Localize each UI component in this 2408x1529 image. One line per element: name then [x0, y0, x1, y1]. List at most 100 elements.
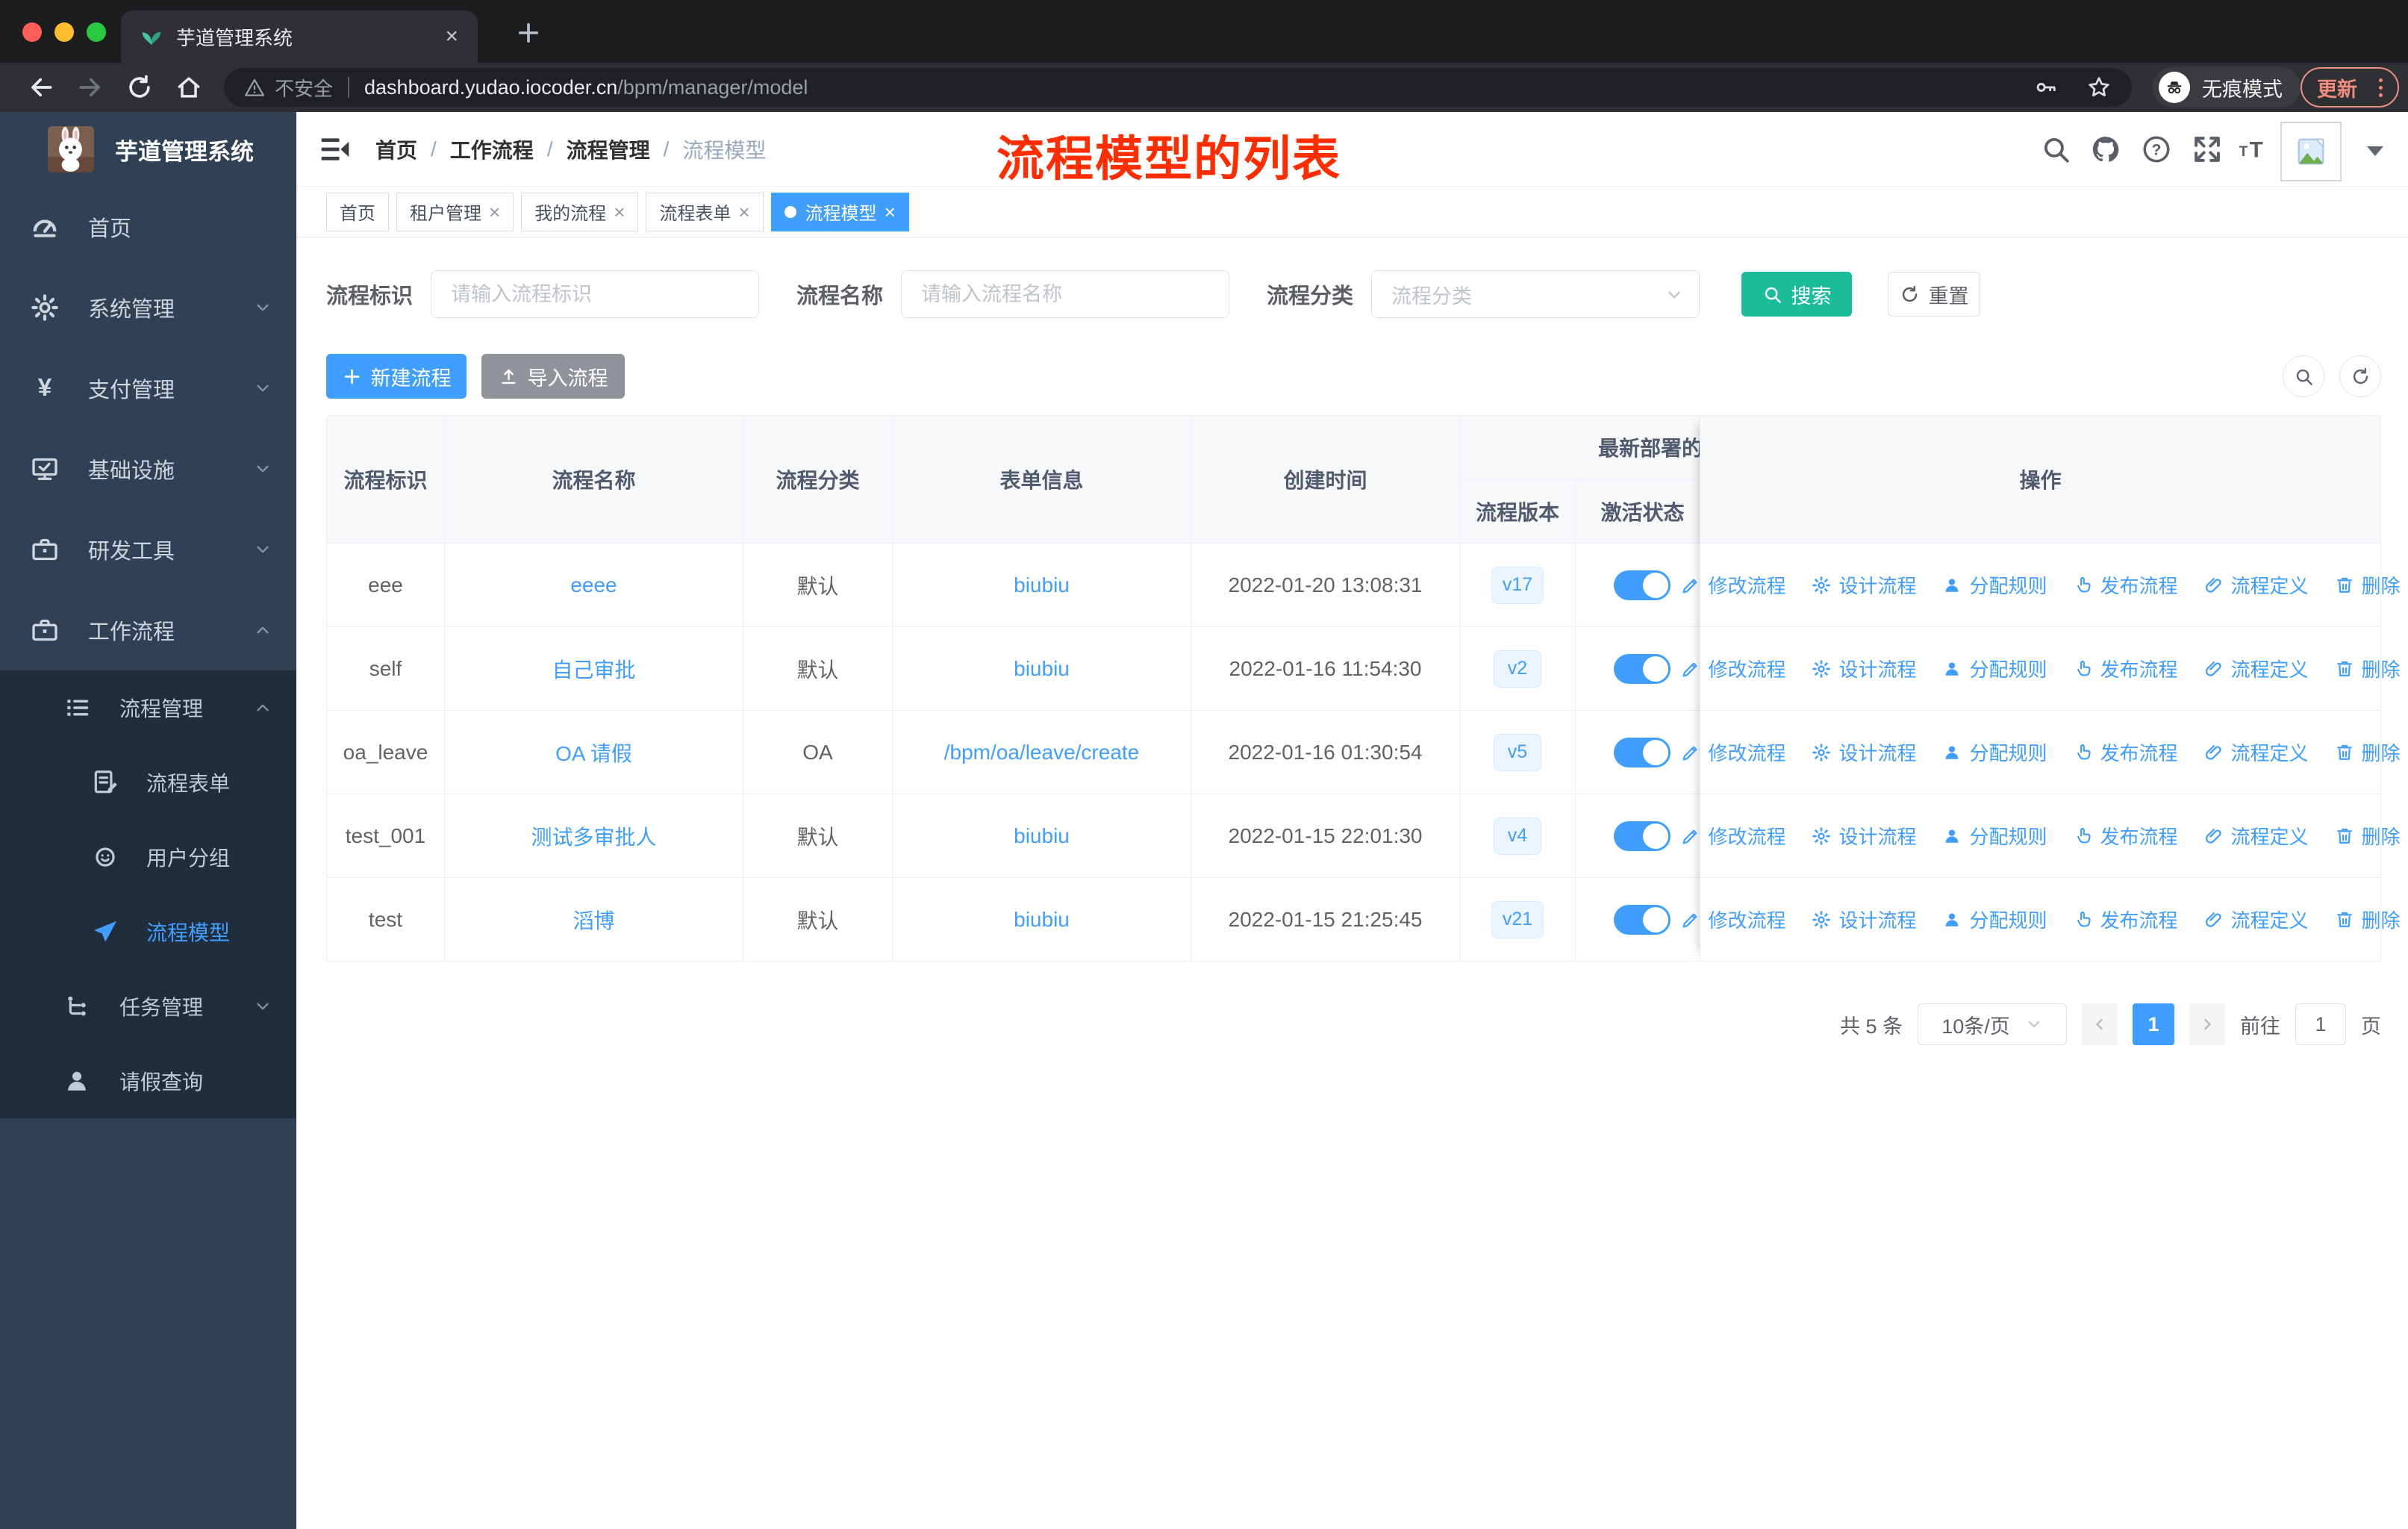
fullscreen-icon[interactable] — [2192, 134, 2223, 165]
action-definition[interactable]: 流程定义 — [2203, 822, 2309, 850]
action-delete[interactable]: 删除 — [2334, 738, 2401, 766]
action-design[interactable]: 设计流程 — [1811, 738, 1916, 766]
sidebar-item-home[interactable]: 首页 — [0, 187, 296, 267]
sidebar-item-infra[interactable]: 基础设施 — [0, 429, 296, 509]
action-delete[interactable]: 删除 — [2334, 906, 2401, 933]
tab-home[interactable]: 首页 — [326, 192, 389, 231]
status-toggle[interactable] — [1614, 904, 1671, 935]
user-avatar[interactable] — [2280, 122, 2342, 181]
sidebar-item-devtools[interactable]: 研发工具 — [0, 509, 296, 590]
version-tag[interactable]: v5 — [1494, 733, 1541, 771]
action-publish[interactable]: 发布流程 — [2073, 738, 2178, 766]
action-edit[interactable]: 修改流程 — [1680, 738, 1785, 766]
window-minimize-button[interactable] — [54, 22, 74, 42]
address-bar[interactable]: 不安全 dashboard.yudao.iocoder.cn/bpm/manag… — [224, 68, 2132, 107]
next-page-button[interactable] — [2189, 1003, 2225, 1045]
action-edit[interactable]: 修改流程 — [1680, 655, 1785, 682]
browser-update-button[interactable]: 更新 — [2301, 67, 2399, 108]
close-icon[interactable]: × — [738, 202, 749, 222]
close-icon[interactable]: × — [489, 202, 500, 222]
version-tag[interactable]: v21 — [1491, 900, 1544, 938]
status-toggle[interactable] — [1614, 820, 1671, 851]
process-name-link[interactable]: OA 请假 — [555, 738, 632, 767]
create-process-button[interactable]: 新建流程 — [326, 354, 467, 399]
avatar-caret-down-icon[interactable] — [2367, 146, 2383, 156]
status-toggle[interactable] — [1614, 570, 1671, 600]
process-id-input[interactable] — [431, 270, 760, 318]
github-icon[interactable] — [2090, 134, 2121, 165]
tab-close-icon[interactable]: × — [445, 25, 458, 48]
back-icon[interactable] — [27, 73, 55, 102]
status-toggle[interactable] — [1614, 737, 1671, 767]
sidebar-collapse-icon[interactable] — [319, 133, 352, 166]
window-close-button[interactable] — [22, 22, 42, 42]
breadcrumb-item[interactable]: 首页 — [375, 134, 417, 164]
current-page-button[interactable]: 1 — [2133, 1003, 2174, 1045]
action-delete[interactable]: 删除 — [2334, 655, 2401, 682]
action-design[interactable]: 设计流程 — [1811, 906, 1916, 933]
action-edit[interactable]: 修改流程 — [1680, 822, 1785, 850]
tab-process-model[interactable]: 流程模型 × — [770, 192, 909, 231]
sidebar-item-workflow[interactable]: 工作流程 — [0, 590, 296, 670]
process-name-link[interactable]: 测试多审批人 — [531, 821, 656, 851]
font-size-icon[interactable] — [2237, 134, 2268, 165]
sidebar-logo[interactable]: 芋道管理系统 — [0, 112, 296, 187]
sidebar-item-task-manage[interactable]: 任务管理 — [0, 969, 296, 1044]
bookmark-star-icon[interactable] — [2086, 74, 2112, 101]
sidebar-item-system[interactable]: 系统管理 — [0, 267, 296, 348]
home-icon[interactable] — [175, 73, 203, 102]
action-assign[interactable]: 分配规则 — [1941, 655, 2047, 682]
action-definition[interactable]: 流程定义 — [2203, 906, 2309, 933]
action-design[interactable]: 设计流程 — [1811, 571, 1916, 599]
status-toggle[interactable] — [1614, 653, 1671, 684]
action-assign[interactable]: 分配规则 — [1941, 906, 2047, 933]
process-name-link[interactable]: 自己审批 — [552, 654, 635, 684]
reload-icon[interactable] — [125, 73, 154, 102]
search-button[interactable]: 搜索 — [1741, 272, 1853, 317]
form-link[interactable]: biubiu — [1014, 824, 1070, 848]
reset-button[interactable]: 重置 — [1888, 272, 1981, 317]
tab-tenant[interactable]: 租户管理 × — [396, 192, 514, 231]
sidebar-item-payment[interactable]: 支付管理 — [0, 348, 296, 429]
action-definition[interactable]: 流程定义 — [2203, 571, 2309, 599]
prev-page-button[interactable] — [2082, 1003, 2118, 1045]
tab-my-process[interactable]: 我的流程 × — [521, 192, 639, 231]
action-edit[interactable]: 修改流程 — [1680, 571, 1785, 599]
action-assign[interactable]: 分配规则 — [1941, 738, 2047, 766]
action-assign[interactable]: 分配规则 — [1941, 571, 2047, 599]
close-icon[interactable]: × — [885, 202, 896, 222]
version-tag[interactable]: v17 — [1491, 566, 1544, 604]
browser-menu-icon[interactable] — [2379, 78, 2383, 97]
help-icon[interactable] — [2141, 134, 2172, 165]
breadcrumb-item[interactable]: 工作流程 — [450, 134, 534, 164]
close-icon[interactable]: × — [614, 202, 625, 222]
form-link[interactable]: biubiu — [1014, 908, 1070, 932]
action-publish[interactable]: 发布流程 — [2073, 571, 2178, 599]
password-key-icon[interactable] — [2033, 75, 2059, 100]
action-definition[interactable]: 流程定义 — [2203, 738, 2309, 766]
action-delete[interactable]: 删除 — [2334, 822, 2401, 850]
version-tag[interactable]: v2 — [1494, 650, 1541, 688]
window-zoom-button[interactable] — [87, 22, 106, 42]
refresh-table-button[interactable] — [2339, 355, 2381, 397]
action-design[interactable]: 设计流程 — [1811, 822, 1916, 850]
form-link[interactable]: biubiu — [1014, 573, 1070, 597]
breadcrumb-item[interactable]: 流程管理 — [567, 134, 650, 164]
action-definition[interactable]: 流程定义 — [2203, 655, 2309, 682]
process-name-link[interactable]: 滔博 — [573, 905, 614, 935]
import-process-button[interactable]: 导入流程 — [481, 354, 625, 399]
process-name-input[interactable] — [901, 270, 1230, 318]
action-publish[interactable]: 发布流程 — [2073, 822, 2178, 850]
toggle-search-button[interactable] — [2283, 355, 2324, 397]
forward-icon[interactable] — [76, 73, 105, 102]
header-search-icon[interactable] — [2040, 134, 2071, 165]
sidebar-item-process-manage[interactable]: 流程管理 — [0, 670, 296, 745]
tab-process-form[interactable]: 流程表单 × — [646, 192, 764, 231]
browser-tab[interactable]: 芋道管理系统 × — [121, 10, 478, 63]
action-delete[interactable]: 删除 — [2334, 571, 2401, 599]
form-link[interactable]: biubiu — [1014, 657, 1070, 681]
sidebar-item-user-group[interactable]: 用户分组 — [0, 820, 296, 894]
form-link[interactable]: /bpm/oa/leave/create — [944, 741, 1140, 764]
page-size-select[interactable]: 10条/页 — [1918, 1003, 2067, 1045]
goto-page-input[interactable] — [2295, 1003, 2346, 1045]
